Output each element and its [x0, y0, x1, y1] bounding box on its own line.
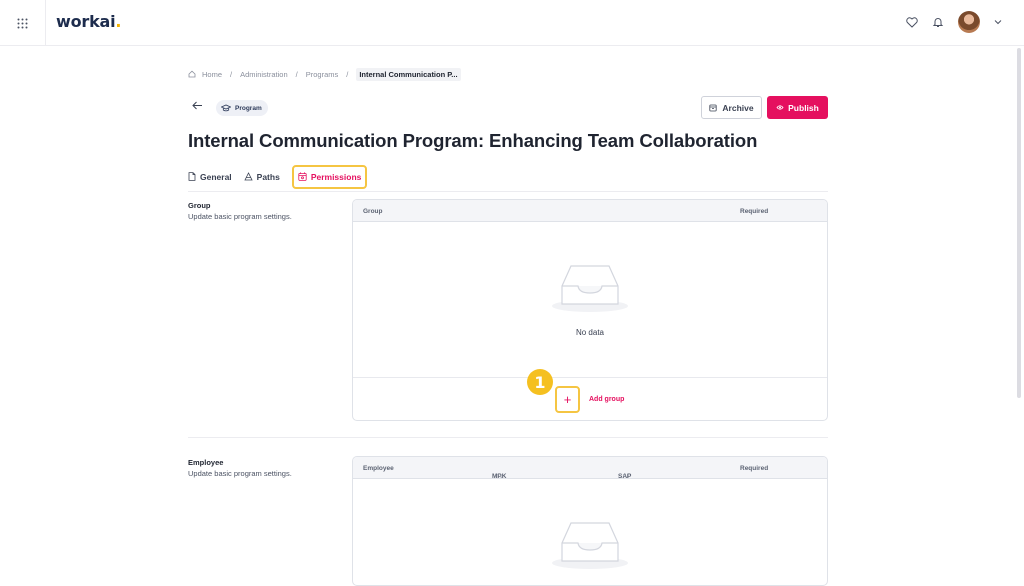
group-section-title: Group	[188, 201, 211, 210]
column-required: Required	[740, 465, 769, 472]
avatar[interactable]	[958, 11, 980, 33]
empty-inbox-icon	[552, 265, 628, 312]
step-marker: 1	[527, 369, 553, 395]
page-title: Internal Communication Program: Enhancin…	[188, 130, 758, 151]
main-content: Home / Administration / Programs / Inter…	[188, 60, 828, 192]
employee-section-description: Update basic program settings.	[188, 469, 292, 478]
logo-dot: .	[115, 12, 122, 31]
employee-table-header: Employee MPK ↑↓ SAP ↑↓ Required	[353, 457, 827, 480]
home-icon	[188, 70, 196, 78]
apps-grid-icon	[17, 18, 28, 28]
tab-paths-label: Paths	[256, 171, 280, 182]
sort-icon: ↑↓	[622, 473, 629, 480]
breadcrumb-current: Internal Communication P...	[356, 67, 461, 81]
chevron-down-icon[interactable]	[994, 19, 1002, 25]
breadcrumb-separator: /	[295, 69, 298, 79]
heart-icon[interactable]	[906, 16, 918, 28]
logo-text: workai	[56, 12, 116, 31]
breadcrumb-home[interactable]: Home	[202, 70, 222, 79]
tab-general[interactable]: General	[188, 165, 232, 189]
tab-general-label: General	[200, 171, 232, 182]
permissions-icon	[298, 172, 307, 181]
tab-bar: General Paths Permissions	[188, 162, 828, 192]
tab-permissions-label: Permissions	[310, 171, 362, 182]
no-data-text: No data	[575, 328, 605, 337]
bell-icon[interactable]	[932, 16, 944, 28]
tab-permissions[interactable]: Permissions	[291, 164, 368, 189]
column-group: Group	[363, 208, 383, 215]
breadcrumb-administration[interactable]: Administration	[240, 70, 288, 79]
archive-button[interactable]: Archive	[701, 96, 762, 119]
add-group-label[interactable]: Add group	[589, 396, 624, 403]
sort-icon: ↑↓	[496, 473, 503, 480]
back-arrow-icon[interactable]	[192, 101, 203, 110]
archive-label: Archive	[722, 102, 754, 113]
publish-button[interactable]: Publish	[767, 96, 828, 119]
breadcrumb-separator: /	[230, 69, 233, 79]
document-icon	[188, 172, 196, 181]
header-row: Program Archive Publish	[188, 96, 828, 126]
apps-grid-button[interactable]	[0, 0, 46, 46]
group-section: Group Update basic program settings. Gro…	[188, 199, 828, 439]
section-divider	[188, 437, 828, 438]
plus-icon: +	[563, 392, 572, 407]
empty-inbox-icon	[552, 522, 628, 569]
program-badge: Program	[216, 100, 268, 116]
badge-label: Program	[235, 104, 262, 112]
add-group-row: + Add group	[353, 377, 827, 420]
group-table: Group Required No data + Add group	[352, 199, 828, 421]
paths-icon	[244, 172, 253, 181]
top-bar: workai.	[0, 0, 1024, 46]
scrollbar[interactable]	[1017, 48, 1021, 398]
add-group-button[interactable]: +	[555, 386, 580, 413]
archive-icon	[709, 104, 718, 111]
column-required: Required	[740, 208, 769, 215]
employee-section: Employee Update basic program settings. …	[188, 456, 828, 586]
publish-icon	[776, 105, 784, 110]
workai-logo[interactable]: workai.	[56, 12, 121, 31]
employee-table: Employee MPK ↑↓ SAP ↑↓ Required	[352, 456, 828, 586]
breadcrumb-separator: /	[346, 69, 349, 79]
group-table-header: Group Required	[353, 200, 827, 222]
employee-section-title: Employee	[188, 458, 224, 467]
breadcrumb-programs[interactable]: Programs	[306, 70, 339, 79]
publish-label: Publish	[788, 102, 819, 113]
graduation-cap-icon	[221, 104, 231, 112]
group-section-description: Update basic program settings.	[188, 212, 292, 221]
tab-paths[interactable]: Paths	[244, 165, 280, 189]
breadcrumb: Home / Administration / Programs / Inter…	[188, 60, 828, 88]
top-right-actions	[906, 11, 1002, 33]
column-employee: Employee	[363, 465, 394, 472]
